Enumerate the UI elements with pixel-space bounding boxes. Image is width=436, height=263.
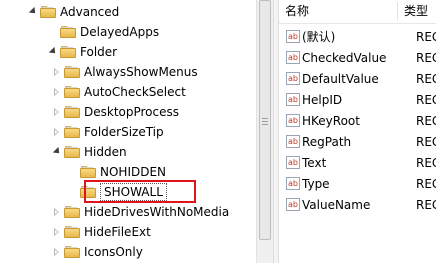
selection-highlight-box [84, 180, 196, 203]
string-value-icon: ab [286, 93, 300, 106]
tree-item-label: HideDrivesWithNoMedia [84, 205, 230, 219]
collapse-arrow-icon[interactable] [51, 147, 61, 157]
value-name: Type [302, 176, 330, 191]
folder-icon [40, 5, 56, 19]
value-name: HelpID [302, 92, 343, 107]
tree-item-label: HideFileExt [84, 225, 151, 239]
folder-icon [64, 205, 80, 219]
folder-icon [64, 245, 80, 259]
column-divider[interactable] [397, 2, 398, 20]
string-value-icon: ab [286, 72, 300, 85]
string-value-icon: ab [286, 198, 300, 211]
value-name: CheckedValue [302, 50, 387, 65]
value-name: (默认) [302, 30, 336, 44]
expand-arrow-icon[interactable] [51, 227, 61, 237]
folder-icon [64, 145, 80, 159]
value-row[interactable]: abDefaultValue REG_DWORD [279, 68, 436, 89]
collapse-arrow-icon[interactable] [47, 47, 57, 57]
registry-tree[interactable]: Advanced DelayedApps Folder AlwaysShowMenus… [0, 0, 255, 263]
tree-item-label: Hidden [84, 145, 127, 159]
expand-arrow-icon[interactable] [51, 127, 61, 137]
tree-item-advanced[interactable]: Advanced [27, 2, 119, 22]
value-type: REG_SZ [416, 176, 436, 191]
value-name: Text [302, 155, 327, 170]
folder-icon [60, 25, 76, 39]
value-name: DefaultValue [302, 71, 379, 86]
column-header-name[interactable]: 名称 [285, 0, 309, 22]
value-row[interactable]: abRegPath REG_SZ [279, 131, 436, 152]
tree-item-iconsonly[interactable]: IconsOnly [51, 242, 143, 262]
value-type: REG_SZ [416, 155, 436, 170]
value-name: ValueName [302, 197, 371, 212]
folder-icon [60, 45, 76, 59]
string-value-icon: ab [286, 135, 300, 148]
expand-arrow-icon[interactable] [51, 207, 61, 217]
value-row[interactable]: ab(默认) REG_SZ [279, 26, 436, 47]
value-row[interactable]: abHKeyRoot REG_DWORD [279, 110, 436, 131]
tree-item-nohidden[interactable]: NOHIDDEN [67, 162, 166, 182]
expand-arrow-icon[interactable] [51, 247, 61, 257]
value-row[interactable]: abType REG_SZ [279, 173, 436, 194]
tree-item-folder[interactable]: Folder [47, 42, 117, 62]
tree-item-foldersizetip[interactable]: FolderSizeTip [51, 122, 164, 142]
value-type: REG_DWORD [416, 50, 436, 65]
tree-scroll-thumb[interactable] [259, 0, 271, 240]
folder-icon [64, 65, 80, 79]
tree-item-hidden[interactable]: Hidden [51, 142, 127, 162]
tree-scrollbar[interactable] [256, 0, 273, 263]
header-separator [279, 23, 436, 24]
string-value-icon: ab [286, 114, 300, 127]
folder-icon [80, 165, 96, 179]
string-value-icon: ab [286, 51, 300, 64]
folder-icon [64, 125, 80, 139]
folder-icon [64, 225, 80, 239]
value-row[interactable]: abValueName REG_SZ [279, 194, 436, 215]
value-type: REG_DWORD [416, 113, 436, 128]
tree-item-autocheckselect[interactable]: AutoCheckSelect [51, 82, 186, 102]
expand-arrow-icon[interactable] [51, 107, 61, 117]
string-value-icon: ab [286, 177, 300, 190]
tree-item-hidefileext[interactable]: HideFileExt [51, 222, 151, 242]
value-type: REG_SZ [416, 134, 436, 149]
expand-arrow-icon[interactable] [51, 67, 61, 77]
tree-item-label: AlwaysShowMenus [84, 65, 198, 79]
tree-item-label: AutoCheckSelect [84, 85, 186, 99]
tree-item-label: DesktopProcess [84, 105, 180, 119]
value-row[interactable]: abCheckedValue REG_DWORD [279, 47, 436, 68]
values-list[interactable]: 名称 类型 ab(默认)REG_SZabCheckedValueREG_DWOR… [279, 0, 436, 263]
value-name: RegPath [302, 134, 352, 149]
expand-arrow-icon[interactable] [51, 87, 61, 97]
tree-item-label: FolderSizeTip [84, 125, 164, 139]
value-type: REG_SZ [416, 197, 436, 212]
tree-item-label: DelayedApps [80, 25, 160, 39]
folder-icon [64, 85, 80, 99]
value-row[interactable]: abText REG_SZ [279, 152, 436, 173]
folder-icon [64, 105, 80, 119]
value-name: HKeyRoot [302, 113, 360, 128]
tree-item-label: Folder [80, 45, 118, 59]
column-header-type[interactable]: 类型 [404, 0, 428, 22]
value-type: REG_SZ [416, 29, 436, 44]
value-row[interactable]: abHelpID REG_SZ [279, 89, 436, 110]
tree-item-label: IconsOnly [84, 245, 143, 259]
tree-item-desktopprocess[interactable]: DesktopProcess [51, 102, 179, 122]
tree-item-alwaysshowmenus[interactable]: AlwaysShowMenus [51, 62, 198, 82]
collapse-arrow-icon[interactable] [27, 7, 37, 17]
tree-item-hidedriveswithnomedia[interactable]: HideDrivesWithNoMedia [51, 202, 229, 222]
tree-item-delayedapps[interactable]: DelayedApps [47, 22, 159, 42]
string-value-icon: ab [286, 30, 300, 43]
tree-item-label: NOHIDDEN [100, 165, 167, 179]
value-type: REG_SZ [416, 92, 436, 107]
string-value-icon: ab [286, 156, 300, 169]
value-type: REG_DWORD [416, 71, 436, 86]
tree-item-label: Advanced [60, 5, 120, 19]
